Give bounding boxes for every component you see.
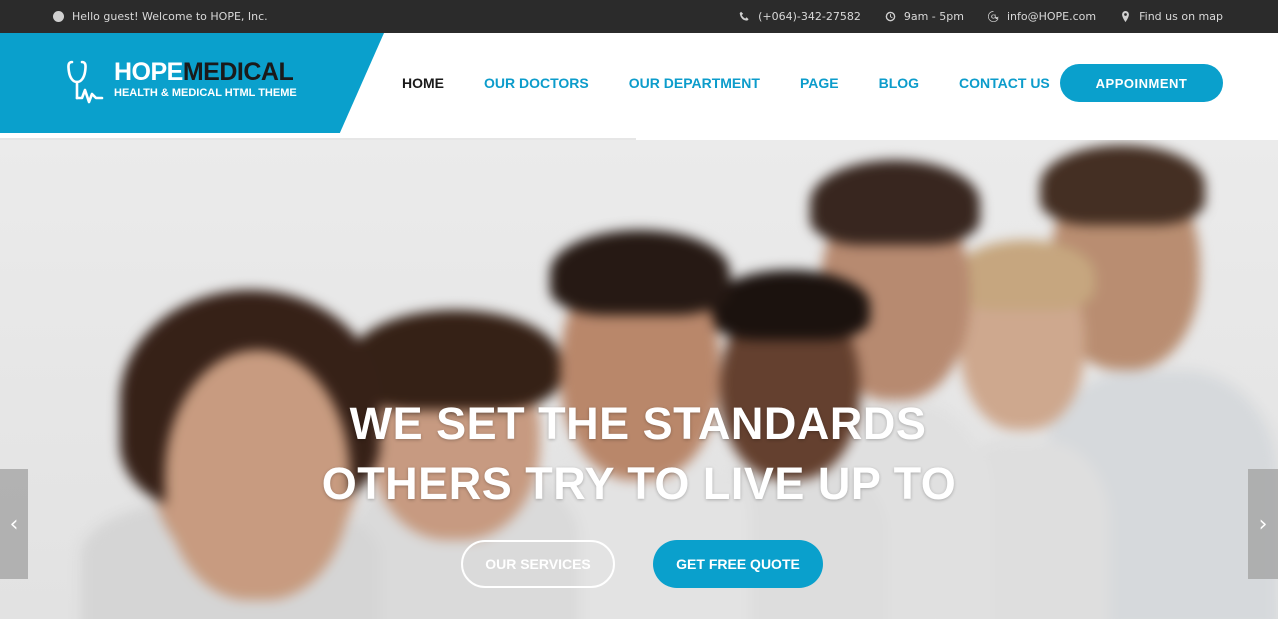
nav-item-home[interactable]: HOME bbox=[402, 75, 444, 91]
at-sign-icon bbox=[988, 11, 999, 22]
email-item[interactable]: info@HOPE.com bbox=[988, 10, 1096, 23]
phone-number: (+064)-342-27582 bbox=[758, 10, 861, 23]
contact-info: (+064)-342-27582 9am - 5pm info@HOPE.com… bbox=[739, 0, 1223, 33]
slider-prev-button[interactable]: ‹ bbox=[0, 469, 28, 579]
main-nav: HOME OUR DOCTORS OUR DEPARTMENT PAGE BLO… bbox=[402, 75, 1090, 91]
slider-next-button[interactable]: › bbox=[1248, 469, 1278, 579]
hours-item: 9am - 5pm bbox=[885, 10, 964, 23]
nav-item-our-doctors[interactable]: OUR DOCTORS bbox=[484, 75, 589, 91]
hero-slider: WE SET THE STANDARDS OTHERS TRY TO LIVE … bbox=[0, 140, 1278, 619]
get-free-quote-button[interactable]: GET FREE QUOTE bbox=[653, 540, 823, 588]
clock-icon bbox=[885, 11, 896, 22]
nav-item-our-department[interactable]: OUR DEPARTMENT bbox=[629, 75, 760, 91]
map-pin-icon bbox=[1122, 11, 1130, 22]
nav-item-blog[interactable]: BLOG bbox=[879, 75, 919, 91]
chevron-left-icon: ‹ bbox=[9, 511, 19, 537]
email-address: info@HOPE.com bbox=[1006, 10, 1097, 23]
map-item[interactable]: Find us on map bbox=[1120, 10, 1223, 23]
nav-item-page[interactable]: PAGE bbox=[800, 75, 839, 91]
our-services-button[interactable]: OUR SERVICES bbox=[461, 540, 615, 588]
hero-headline-line2: OTHERS TRY TO LIVE UP TO bbox=[321, 458, 957, 509]
phone-item[interactable]: (+064)-342-27582 bbox=[739, 10, 861, 23]
welcome-text: Hello guest! Welcome to HOPE, Inc. bbox=[72, 10, 268, 23]
appointment-button[interactable]: APPOINMENT bbox=[1060, 64, 1223, 102]
chevron-right-icon: › bbox=[1258, 511, 1268, 537]
top-bar: Hello guest! Welcome to HOPE, Inc. (+064… bbox=[0, 0, 1278, 33]
brand-tagline: HEALTH & MEDICAL HTML THEME bbox=[114, 87, 297, 99]
hero-headline-line1: WE SET THE STANDARDS bbox=[349, 398, 927, 449]
status-dot-icon bbox=[53, 11, 64, 22]
business-hours: 9am - 5pm bbox=[903, 10, 964, 23]
hero-overlay bbox=[0, 140, 1278, 619]
welcome-message: Hello guest! Welcome to HOPE, Inc. bbox=[53, 0, 268, 33]
nav-item-contact-us[interactable]: CONTACT US bbox=[959, 75, 1050, 91]
phone-icon bbox=[739, 11, 749, 21]
brand-name: HOPEMEDICAL bbox=[114, 58, 294, 86]
site-logo[interactable]: HOPEMEDICAL HEALTH & MEDICAL HTML THEME bbox=[66, 58, 297, 104]
stethoscope-icon bbox=[67, 60, 104, 104]
map-link: Find us on map bbox=[1139, 10, 1223, 23]
